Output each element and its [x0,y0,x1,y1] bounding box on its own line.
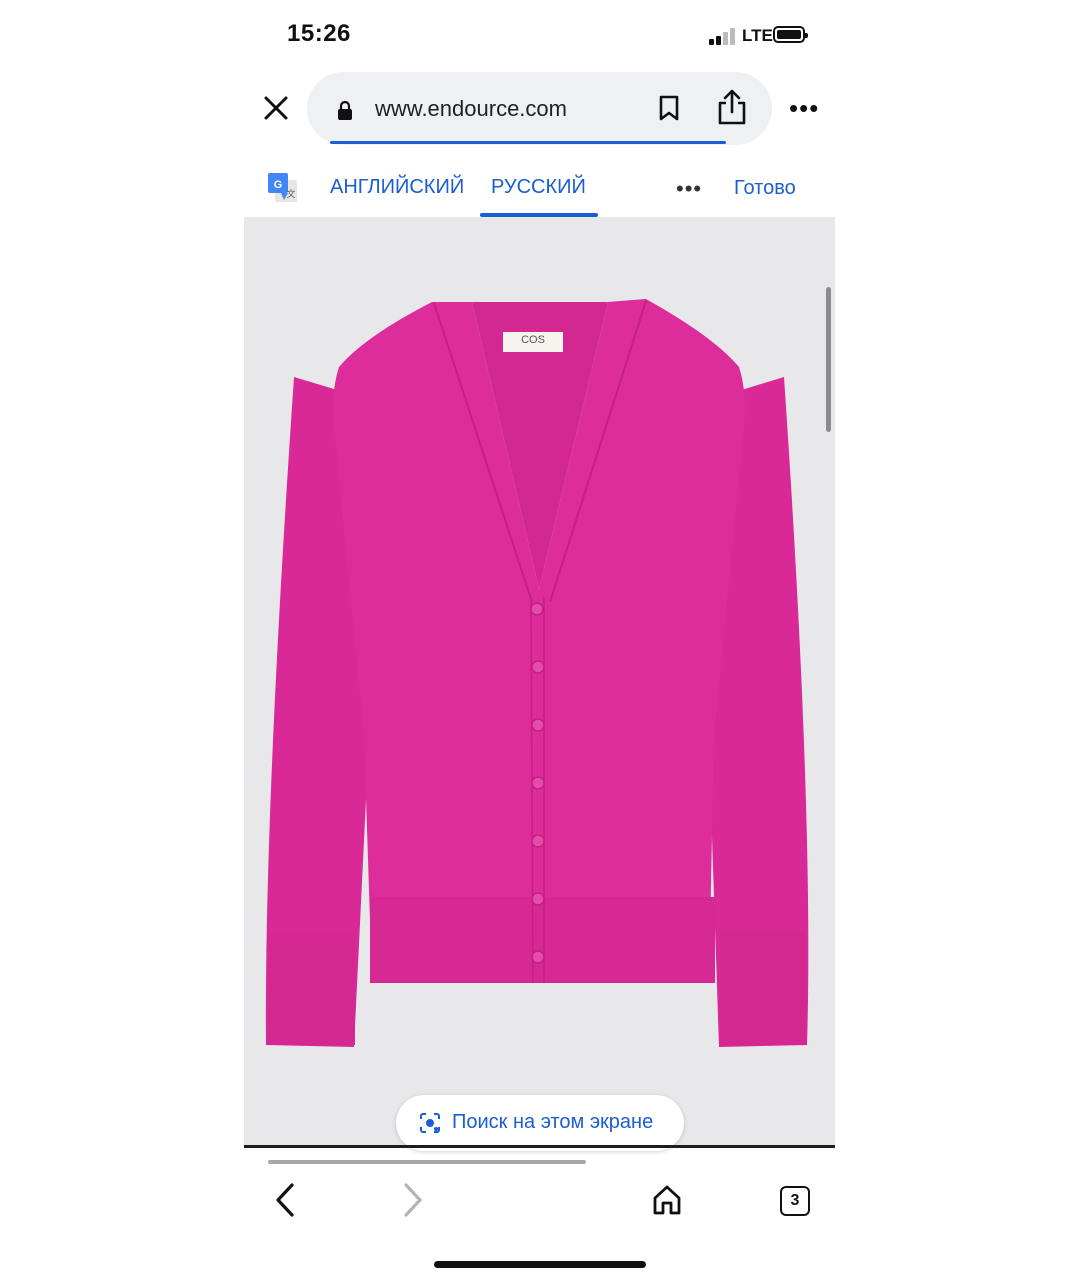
lens-icon [418,1111,442,1135]
close-icon[interactable] [258,90,294,126]
home-icon[interactable] [648,1181,686,1219]
network-type: LTE [742,26,773,45]
url-text[interactable]: www.endource.com [375,96,567,122]
home-indicator[interactable] [434,1261,646,1268]
bookmark-icon[interactable] [656,94,682,122]
content-divider [244,1145,835,1148]
share-icon[interactable] [716,88,748,126]
content-scrollbar[interactable] [826,287,831,432]
battery-icon [773,26,808,43]
forward-arrow-icon[interactable] [396,1181,430,1219]
svg-text:G: G [274,179,283,191]
back-arrow-icon[interactable] [268,1181,302,1219]
page-scroll-indicator [268,1160,586,1164]
product-image[interactable]: COS [244,217,835,1145]
garment-label: COS [521,334,545,346]
status-time: 15:26 [287,20,351,47]
more-icon[interactable]: ••• [789,95,819,121]
done-button[interactable]: Готово [734,177,796,200]
svg-text:文: 文 [286,188,295,200]
translate-more-icon[interactable]: ••• [676,176,702,202]
google-translate-icon[interactable]: G 文 [267,172,299,204]
page-load-progress [330,141,726,144]
tab-target-language[interactable]: РУССКИЙ [491,176,586,199]
search-screen-label[interactable]: Поиск на этом экране [452,1111,653,1134]
tab-source-language[interactable]: АНГЛИЙСКИЙ [330,176,464,199]
cellular-signal-icon [709,27,737,45]
tabs-icon[interactable]: 3 [780,1186,810,1216]
lock-icon [336,100,354,120]
